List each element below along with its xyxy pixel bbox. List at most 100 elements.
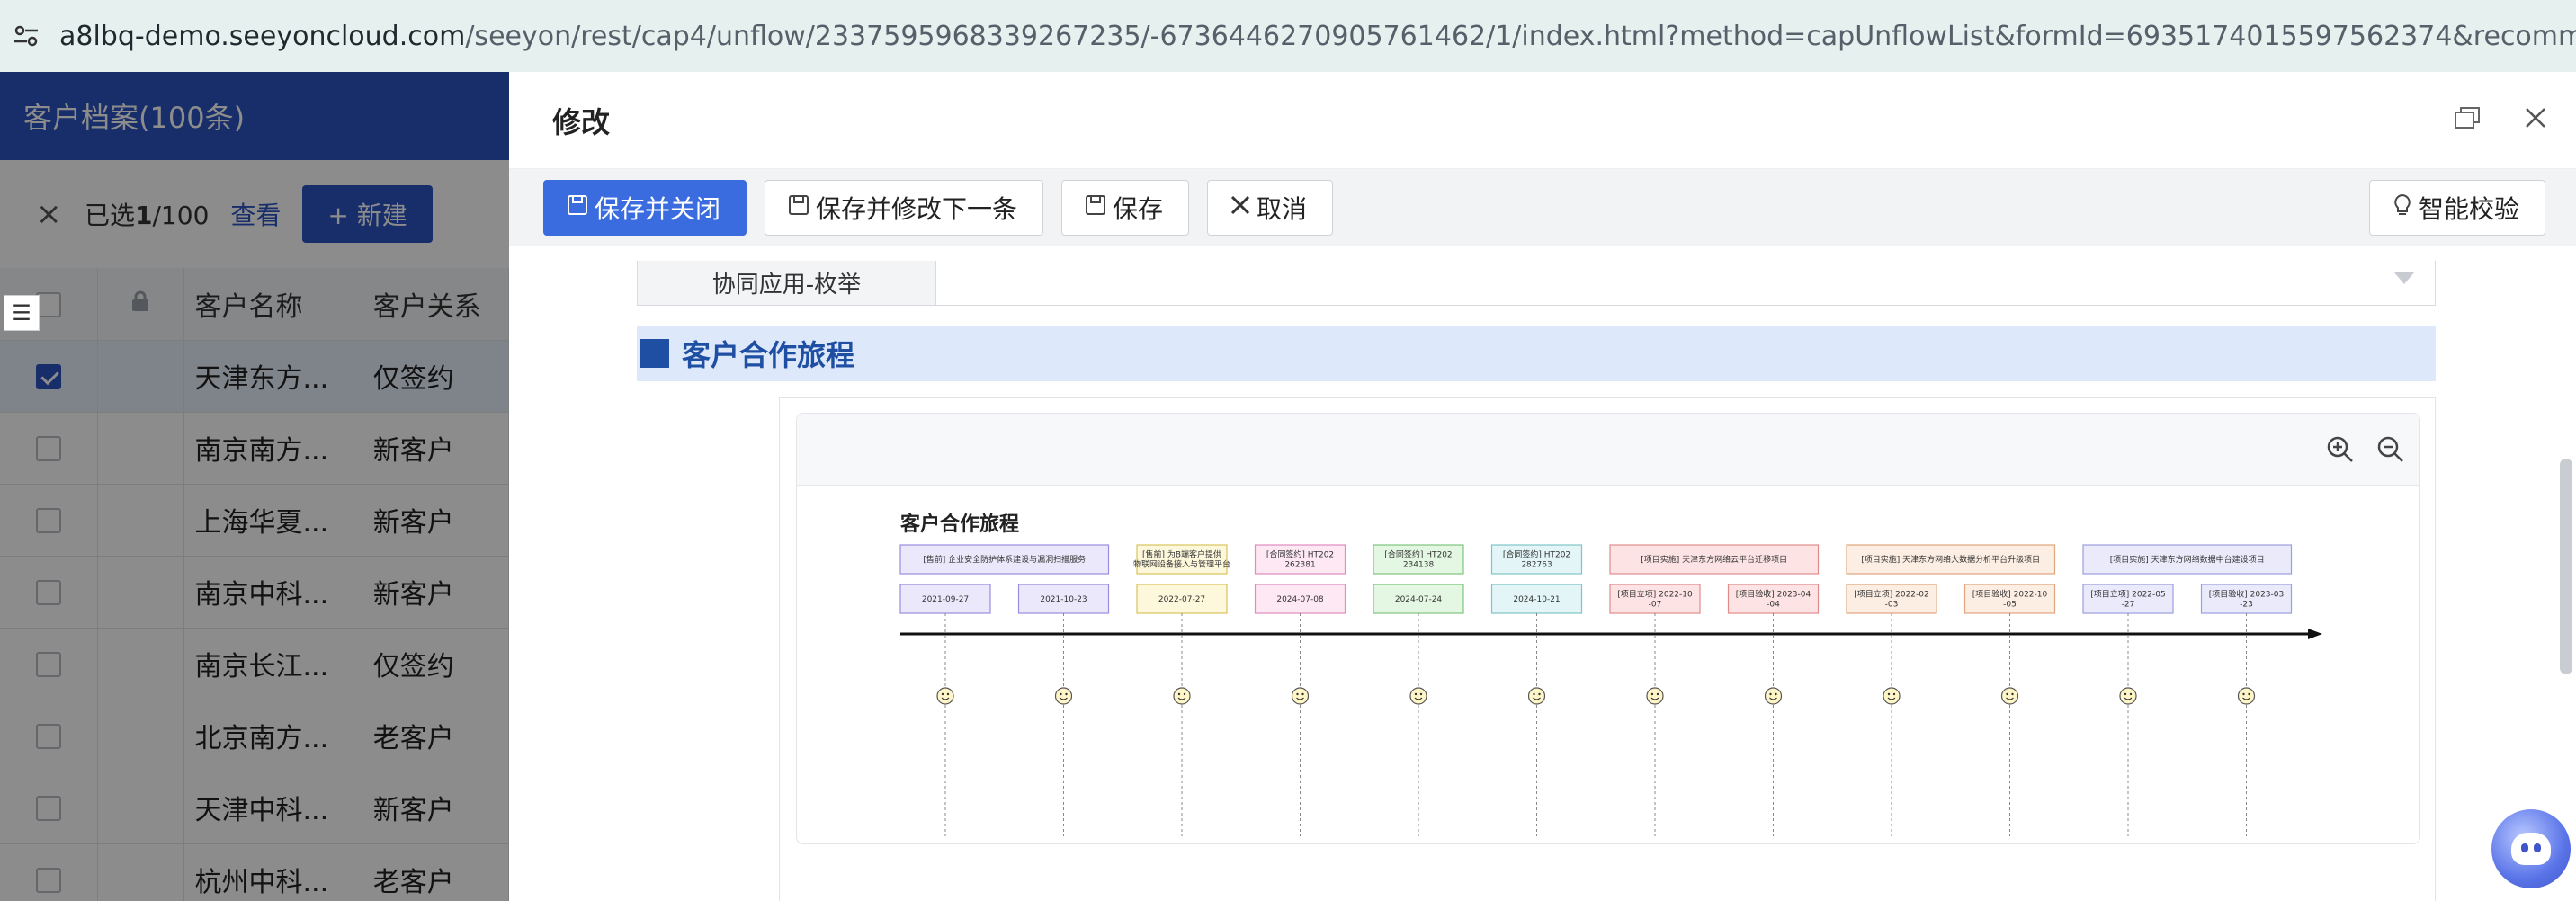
event-date-text: -27 xyxy=(2122,601,2135,610)
section-title: 客户合作旅程 xyxy=(682,338,855,372)
event-title-text: [售前] 为B端客户提供 xyxy=(1142,549,1221,560)
enum-select[interactable] xyxy=(936,261,2435,305)
smiley-icon xyxy=(1646,687,1664,705)
smiley-eye xyxy=(1419,692,1423,696)
section-marker xyxy=(640,339,669,368)
smiley-icon xyxy=(1409,687,1427,705)
timeline-event[interactable]: [项目验收] 2023-04-04 xyxy=(1727,584,1820,836)
timeline-event[interactable]: 2021-10-23 xyxy=(1017,584,1110,836)
journey-timeline: 客户合作旅程 [售前] 企业安全防护体系建设与漏洞扫描服务 2021-09-27 20… xyxy=(899,513,2322,836)
timeline-event[interactable]: [合同签约] HT202282763 2024-10-21 xyxy=(1490,544,1583,836)
event-title-text: 物联网设备接入与管理平台 xyxy=(1133,559,1230,570)
smart-check-button[interactable]: 智能校验 xyxy=(2368,180,2545,236)
smiley-eye xyxy=(1769,692,1772,696)
smiley-icon xyxy=(1173,687,1191,705)
smiley-eye xyxy=(1892,692,1896,696)
smiley-eye xyxy=(1177,692,1181,696)
lightbulb-icon xyxy=(2392,193,2413,223)
save-and-edit-next-button[interactable]: 保存并修改下一条 xyxy=(765,180,1044,236)
smiley-eye xyxy=(941,692,944,696)
smiley-icon xyxy=(2237,687,2256,705)
timeline-event[interactable]: [项目验收] 2022-10-05 xyxy=(1963,584,2056,836)
smiley-icon xyxy=(2000,687,2019,705)
zoom-in-icon[interactable] xyxy=(2326,435,2355,464)
smiley-eye xyxy=(946,692,950,696)
smiley-eye xyxy=(2006,692,2008,696)
event-date-text: -03 xyxy=(1885,601,1899,610)
event-date-text: -23 xyxy=(2240,601,2253,610)
modal-backdrop[interactable] xyxy=(0,72,509,901)
smiley-eye xyxy=(1775,692,1777,696)
save-button[interactable]: 保存 xyxy=(1061,180,1190,236)
journey-panel: 客户合作旅程 [售前] 企业安全防护体系建设与漏洞扫描服务 2021-09-27 20… xyxy=(779,397,2436,901)
smiley-icon xyxy=(1527,687,1546,705)
cancel-button[interactable]: 取消 xyxy=(1207,180,1334,236)
smiley-eye xyxy=(1887,692,1891,696)
event-date-text: [项目验收] 2023-04 xyxy=(1736,589,1811,600)
event-date-text: 2021-10-23 xyxy=(1040,595,1087,604)
zoom-out-icon[interactable] xyxy=(2376,435,2405,464)
smiley-icon xyxy=(2119,687,2137,705)
modal-titlebar: 修改 xyxy=(509,72,2576,169)
event-date-text: 2022-07-27 xyxy=(1158,595,1205,604)
save-icon xyxy=(787,193,810,223)
smiley-eye xyxy=(1533,692,1535,696)
browser-address-bar: a8lbq-demo.seeyoncloud.com/seeyon/rest/c… xyxy=(0,0,2576,72)
timeline-event[interactable]: [售前] 为B端客户提供物联网设备接入与管理平台 2022-07-27 xyxy=(1133,544,1230,836)
event-date-text: 2024-07-08 xyxy=(1276,595,1324,604)
timeline-event[interactable]: [项目验收] 2023-03-23 xyxy=(2200,584,2293,836)
event-title-text: 282763 xyxy=(1521,561,1552,570)
form-content: 协同应用-枚举 客户合作旅程 客户合作旅程 [售前] 企业安全防护体系建设与漏洞… xyxy=(509,261,2569,901)
journey-chart: 客户合作旅程 [售前] 企业安全防护体系建设与漏洞扫描服务 2021-09-27 20… xyxy=(796,413,2420,844)
event-title-text: [合同签约] HT202 xyxy=(1384,549,1452,560)
smiley-eye xyxy=(1183,692,1186,696)
timeline-title: 客户合作旅程 xyxy=(900,513,1019,536)
event-date-text: 2021-09-27 xyxy=(922,595,969,604)
smiley-icon xyxy=(936,687,954,705)
column-settings-icon[interactable]: ☰ xyxy=(4,295,40,331)
event-date-text: [项目立项] 2022-02 xyxy=(1854,589,1929,600)
smiley-icon xyxy=(1291,687,1310,705)
event-title-text: 262381 xyxy=(1284,561,1315,570)
save-icon xyxy=(566,193,589,223)
event-date-text: -04 xyxy=(1767,601,1780,610)
event-title-text: [售前] 企业安全防护体系建设与漏洞扫描服务 xyxy=(923,554,1086,565)
smiley-eye xyxy=(1414,692,1418,696)
section-header: 客户合作旅程 xyxy=(637,326,2436,381)
site-settings-icon[interactable] xyxy=(13,22,40,49)
action-toolbar: 保存并关闭 保存并修改下一条 保存 取消 智能校验 xyxy=(509,169,2576,246)
event-date-text: [项目验收] 2023-03 xyxy=(2209,589,2285,600)
smiley-eye xyxy=(2124,692,2127,696)
timeline-event[interactable]: [合同签约] HT202234138 2024-07-24 xyxy=(1373,544,1464,836)
event-date-text: [项目立项] 2022-10 xyxy=(1617,589,1693,600)
timeline-event[interactable]: [合同签约] HT202262381 2024-07-08 xyxy=(1254,544,1346,836)
edit-modal: 修改 保存并关闭 保存并修改下一条 保存 取消 智能校验 协同应用-枚举 客户合… xyxy=(509,72,2576,901)
smiley-eye xyxy=(1060,692,1062,696)
event-date-text: 2024-07-24 xyxy=(1395,595,1443,604)
ai-assistant-button[interactable] xyxy=(2491,809,2571,888)
customer-list-page: 客户档案(100条) × 已选1/100 查看 + 新建 客户名称 客户关系 天… xyxy=(0,72,509,901)
event-date-text: [项目验收] 2022-10 xyxy=(1972,589,2048,600)
smiley-eye xyxy=(1656,692,1659,696)
event-title-text: [合同签约] HT202 xyxy=(1266,549,1334,560)
modal-title: 修改 xyxy=(552,104,611,139)
smiley-eye xyxy=(1301,692,1304,696)
modal-scrollbar[interactable] xyxy=(2560,459,2572,674)
smiley-eye xyxy=(1538,692,1541,696)
smiley-icon xyxy=(1764,687,1783,705)
chevron-down-icon[interactable] xyxy=(2393,272,2415,284)
chart-toolbar xyxy=(797,414,2419,486)
close-icon[interactable] xyxy=(2520,103,2551,133)
smiley-eye xyxy=(1650,692,1654,696)
maximize-icon[interactable] xyxy=(2452,103,2482,133)
url-text[interactable]: a8lbq-demo.seeyoncloud.com/seeyon/rest/c… xyxy=(59,21,2576,52)
x-icon xyxy=(1230,194,1251,222)
smiley-icon xyxy=(1054,687,1073,705)
save-and-close-button[interactable]: 保存并关闭 xyxy=(543,180,747,236)
smiley-eye xyxy=(2011,692,2014,696)
event-title-text: [合同签约] HT202 xyxy=(1503,549,1570,560)
smiley-eye xyxy=(2129,692,2133,696)
event-title-text: [项目实施] 天津东方网络云平台迁移项目 xyxy=(1641,554,1787,565)
event-title-text: 234138 xyxy=(1403,561,1435,570)
save-icon xyxy=(1084,193,1107,223)
